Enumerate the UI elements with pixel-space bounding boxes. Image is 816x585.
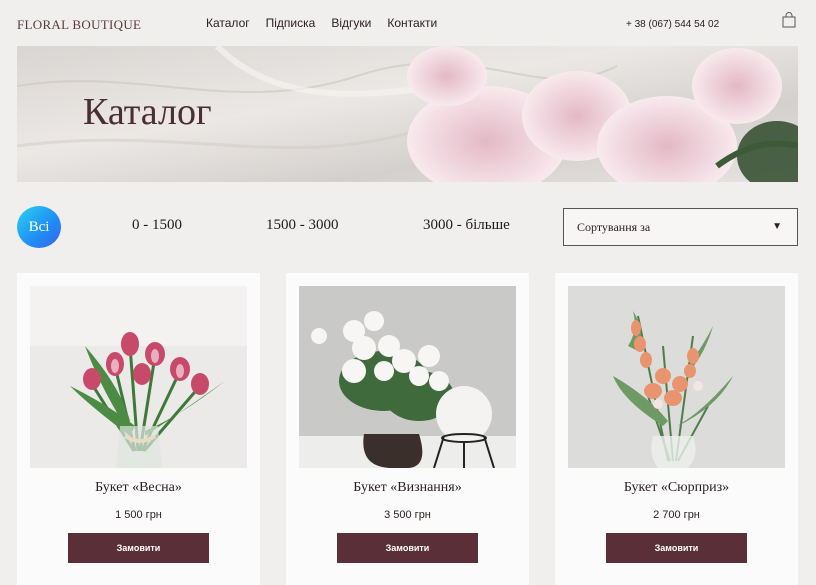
page: FLORAL BOUTIQUE Каталог Підписка Відгуки… [0, 0, 816, 585]
nav-item-contacts[interactable]: Контакти [387, 16, 437, 30]
product-image-gladiolus[interactable] [568, 286, 785, 468]
product-card: Букет «Визнання» 3 500 грн Замовити [286, 273, 529, 585]
main-nav: Каталог Підписка Відгуки Контакти [206, 16, 437, 30]
nav-item-subscription[interactable]: Підписка [266, 16, 316, 30]
product-name: Букет «Сюрприз» [623, 480, 730, 495]
filter-all-button[interactable]: Всі [17, 206, 61, 248]
hero-banner: Каталог [17, 46, 798, 182]
product-card: Букет «Сюрприз» 2 700 грн Замовити [555, 273, 798, 585]
product-card: Букет «Весна» 1 500 грн Замовити [17, 273, 260, 585]
filter-range-0-1500[interactable]: 0 - 1500 [132, 217, 182, 234]
sort-select[interactable]: Сортування за ▼ [563, 208, 798, 246]
order-button[interactable]: Замовити [337, 533, 478, 563]
page-title: Каталог [83, 91, 212, 133]
nav-item-catalog[interactable]: Каталог [206, 16, 250, 30]
shopping-bag-icon[interactable] [782, 12, 796, 28]
order-button[interactable]: Замовити [68, 533, 209, 563]
sort-select-label: Сортування за [577, 219, 651, 234]
product-price: 1 500 грн [115, 509, 162, 521]
nav-item-reviews[interactable]: Відгуки [331, 16, 371, 30]
product-name: Букет «Весна» [95, 480, 182, 495]
filter-range-1500-3000[interactable]: 1500 - 3000 [266, 217, 339, 234]
filter-range-3000-more[interactable]: 3000 - більше [423, 217, 510, 234]
site-header: FLORAL BOUTIQUE Каталог Підписка Відгуки… [0, 0, 816, 46]
product-price: 2 700 грн [653, 509, 700, 521]
product-image-peonies[interactable] [299, 286, 516, 468]
product-price: 3 500 грн [384, 509, 431, 521]
order-button[interactable]: Замовити [606, 533, 747, 563]
product-name: Букет «Визнання» [353, 480, 462, 495]
product-image-tulips[interactable] [30, 286, 247, 468]
site-logo[interactable]: FLORAL BOUTIQUE [17, 17, 141, 33]
phone-number[interactable]: + 38 (067) 544 54 02 [626, 19, 719, 30]
chevron-down-icon: ▼ [772, 221, 782, 232]
